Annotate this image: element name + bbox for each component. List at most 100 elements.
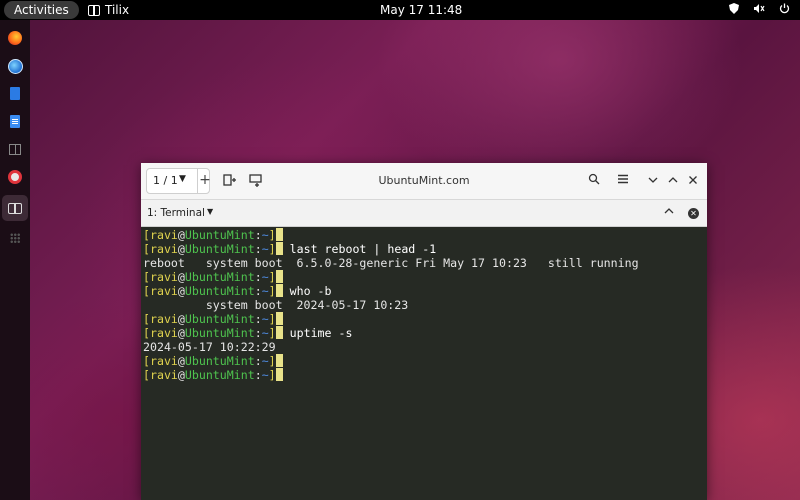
thunderbird-icon (7, 58, 23, 74)
prompt-bracket: [ (143, 326, 150, 340)
prompt-host: UbuntuMint (184, 368, 255, 382)
dock-item-thunderbird[interactable] (5, 56, 25, 76)
prompt-bracket: ] (268, 326, 276, 340)
power-icon (779, 3, 790, 17)
prompt-at: @ (177, 354, 185, 368)
tilix-window: 1 / 1 ▼ + UbuntuMint.com 1: Terminal ▼ ✕… (141, 163, 707, 500)
app-menu-label: Tilix (105, 3, 130, 17)
prompt-dir: ~ (261, 368, 269, 382)
terminal-tab-title[interactable]: 1: Terminal (147, 207, 205, 219)
dock-item-app-grid[interactable] (5, 228, 25, 248)
prompt-bracket: ] (268, 242, 276, 256)
prompt-user: ravi (149, 270, 178, 284)
search-icon[interactable] (586, 172, 602, 190)
prompt-marker (275, 354, 283, 367)
add-session-button[interactable]: + (197, 169, 212, 193)
prompt-dir: ~ (261, 270, 269, 284)
dock-item-help[interactable] (5, 167, 25, 187)
prompt-host: UbuntuMint (184, 312, 255, 326)
terminal-tab-bar: 1: Terminal ▼ ✕ (141, 200, 707, 227)
maximize-terminal-icon[interactable] (664, 206, 674, 219)
prompt-line: [ravi@UbuntuMint:~] (141, 368, 707, 382)
prompt-host: UbuntuMint (184, 270, 255, 284)
prompt-marker (275, 284, 283, 297)
prompt-marker (275, 312, 283, 325)
prompt-line: [ravi@UbuntuMint:~] who -b (141, 284, 707, 298)
prompt-bracket: [ (143, 312, 150, 326)
prompt-at: @ (177, 368, 185, 382)
dock-item-firefox[interactable] (5, 28, 25, 48)
app-grid-icon (10, 233, 20, 243)
writer-icon (10, 114, 20, 128)
prompt-colon: : (254, 228, 262, 242)
prompt-host: UbuntuMint (184, 242, 255, 256)
command-text: who -b (282, 284, 332, 298)
dock-item-reader[interactable] (5, 139, 25, 159)
clock[interactable]: May 17 11:48 (380, 0, 462, 20)
prompt-at: @ (177, 228, 185, 242)
close-terminal-icon[interactable]: ✕ (688, 208, 699, 219)
prompt-colon: : (254, 242, 262, 256)
command-text: last reboot | head -1 (282, 242, 437, 256)
prompt-colon: : (254, 284, 262, 298)
prompt-host: UbuntuMint (184, 326, 255, 340)
prompt-dir: ~ (261, 242, 269, 256)
text-editor-icon (10, 86, 20, 100)
window-titlebar[interactable]: 1 / 1 ▼ + UbuntuMint.com (141, 163, 707, 200)
output-text: system boot 2024-05-17 10:23 (143, 298, 409, 312)
prompt-bracket: ] (268, 270, 276, 284)
terminal-output[interactable]: [ravi@UbuntuMint:~] [ravi@UbuntuMint:~] l… (141, 227, 707, 500)
prompt-marker (275, 242, 283, 255)
prompt-line: [ravi@UbuntuMint:~] last reboot | head -… (141, 242, 707, 256)
prompt-host: UbuntuMint (184, 354, 255, 368)
prompt-line: [ravi@UbuntuMint:~] (141, 270, 707, 284)
output-line: system boot 2024-05-17 10:23 (141, 298, 707, 312)
dock-item-tilix[interactable] (2, 195, 28, 221)
session-selector[interactable]: 1 / 1 ▼ + (146, 168, 212, 194)
prompt-colon: : (254, 326, 262, 340)
prompt-user: ravi (149, 312, 178, 326)
output-text: reboot system boot 6.5.0-28-generic Fri … (143, 256, 639, 270)
dock (0, 20, 30, 500)
prompt-colon: : (254, 312, 262, 326)
prompt-bracket: ] (268, 312, 276, 326)
prompt-bracket: [ (143, 228, 150, 242)
prompt-line: [ravi@UbuntuMint:~] uptime -s (141, 326, 707, 340)
output-line: 2024-05-17 10:22:29 (141, 340, 707, 354)
shield-icon (729, 3, 739, 17)
command-text: uptime -s (282, 326, 353, 340)
add-terminal-down-icon[interactable] (248, 172, 266, 190)
prompt-bracket: ] (268, 228, 276, 242)
prompt-dir: ~ (261, 284, 269, 298)
prompt-at: @ (177, 326, 185, 340)
prompt-dir: ~ (261, 312, 269, 326)
activities-button[interactable]: Activities (4, 1, 79, 19)
prompt-marker (275, 270, 283, 283)
prompt-line: [ravi@UbuntuMint:~] (141, 228, 707, 242)
prompt-at: @ (177, 242, 185, 256)
help-icon (8, 170, 22, 184)
dock-item-writer[interactable] (5, 111, 25, 131)
prompt-bracket: [ (143, 242, 150, 256)
add-terminal-right-icon[interactable] (221, 172, 239, 190)
maximize-icon[interactable] (665, 172, 681, 190)
system-tray[interactable] (729, 0, 790, 20)
app-menu[interactable]: Tilix (88, 0, 129, 20)
minimize-icon[interactable] (645, 172, 661, 190)
reader-icon (9, 143, 21, 155)
close-icon[interactable] (685, 172, 701, 190)
prompt-colon: : (254, 354, 262, 368)
prompt-at: @ (177, 284, 185, 298)
speaker-muted-icon (753, 3, 765, 17)
tilix-icon (8, 202, 22, 214)
caret-down-icon[interactable]: ▼ (207, 207, 213, 216)
prompt-marker (275, 326, 283, 339)
prompt-bracket: ] (268, 354, 276, 368)
output-line: reboot system boot 6.5.0-28-generic Fri … (141, 256, 707, 270)
firefox-icon (8, 31, 22, 45)
hamburger-menu-icon[interactable] (615, 172, 631, 190)
prompt-bracket: ] (268, 284, 276, 298)
prompt-colon: : (254, 270, 262, 284)
dock-item-text-editor[interactable] (5, 83, 25, 103)
prompt-user: ravi (149, 354, 178, 368)
